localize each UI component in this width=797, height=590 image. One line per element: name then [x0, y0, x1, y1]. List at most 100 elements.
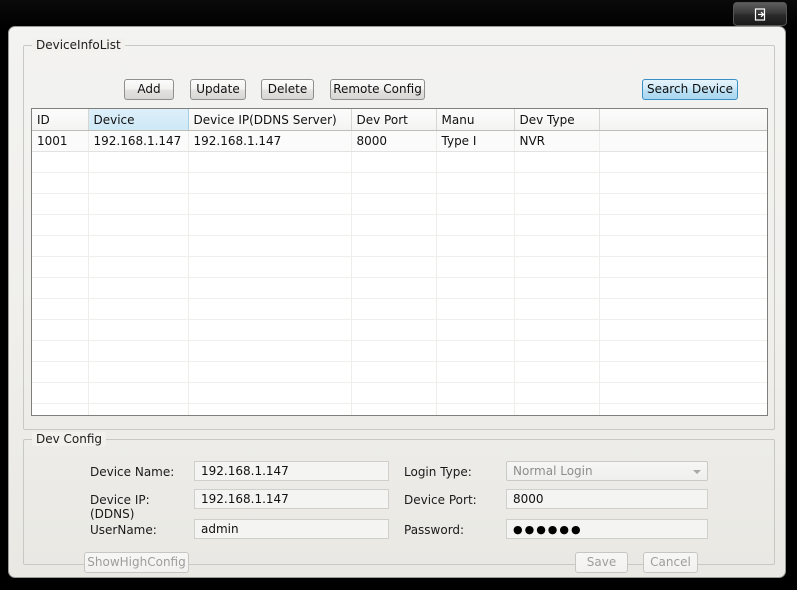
password-mask: ●●●●●●: [513, 523, 583, 536]
cell-empty: [514, 151, 600, 173]
login-type-value: Normal Login: [513, 464, 593, 478]
remote-config-button[interactable]: Remote Config: [330, 79, 425, 100]
delete-button[interactable]: Delete: [261, 79, 314, 100]
cell-empty: [514, 214, 600, 236]
cell-empty: [88, 298, 189, 320]
table-row-empty[interactable]: [32, 214, 767, 236]
cell-empty: [436, 214, 515, 236]
title-bar: [0, 0, 797, 28]
cell-empty: [599, 172, 767, 194]
cell-empty: [599, 256, 767, 278]
cell-empty: [351, 340, 437, 362]
cell-empty: [32, 151, 89, 173]
table-row-empty[interactable]: [32, 340, 767, 362]
cell-empty: [436, 277, 515, 299]
cell-empty: [599, 319, 767, 341]
cell-empty: [514, 193, 600, 215]
table-row-empty[interactable]: [32, 382, 767, 404]
cell-empty: [88, 235, 189, 257]
login-type-select[interactable]: Normal Login: [506, 461, 708, 481]
column-header-device[interactable]: Device: [88, 109, 189, 131]
cancel-button[interactable]: Cancel: [643, 552, 698, 573]
cell-empty: [88, 361, 189, 383]
cell-empty: [188, 382, 352, 404]
table-row-empty[interactable]: [32, 193, 767, 215]
cell-empty: [351, 298, 437, 320]
device-table[interactable]: ID Device Device IP(DDNS Server) Dev Por…: [31, 108, 768, 416]
device-port-input[interactable]: [506, 489, 708, 509]
cell-empty: [351, 382, 437, 404]
table-row-empty[interactable]: [32, 256, 767, 278]
dev-config-group: Dev Config Device Name: Device IP: (DDNS…: [23, 432, 775, 573]
cell-empty: [32, 172, 89, 194]
cell-empty: [436, 256, 515, 278]
cell-empty: [188, 403, 352, 415]
device-name-input[interactable]: [194, 461, 389, 481]
column-header-manu[interactable]: Manu: [436, 109, 515, 131]
cell-empty: [599, 340, 767, 362]
cell-empty: [599, 277, 767, 299]
cell-empty: [351, 319, 437, 341]
cell-empty: [88, 256, 189, 278]
cell-empty: [88, 382, 189, 404]
table-row-empty[interactable]: [32, 235, 767, 257]
column-header-dev-type[interactable]: Dev Type: [514, 109, 600, 131]
cell-empty: [188, 361, 352, 383]
cell-empty: [88, 277, 189, 299]
table-row-empty[interactable]: [32, 403, 767, 415]
cell-empty: [514, 172, 600, 194]
cell-empty: [599, 151, 767, 173]
cell-empty: [351, 256, 437, 278]
table-row-empty[interactable]: [32, 298, 767, 320]
cell-empty: [88, 214, 189, 236]
cell-empty: [514, 340, 600, 362]
device-ip-input[interactable]: [194, 489, 389, 509]
cell-id: 1001: [32, 130, 89, 152]
cell-empty: [436, 340, 515, 362]
password-label: Password:: [404, 523, 465, 537]
cell-empty: [32, 298, 89, 320]
cell-empty: [436, 298, 515, 320]
device-info-list-title: DeviceInfoList: [32, 38, 125, 52]
search-device-button[interactable]: Search Device: [642, 79, 738, 100]
logout-button[interactable]: [733, 2, 787, 26]
table-row-empty[interactable]: [32, 277, 767, 299]
cell-empty: [436, 382, 515, 404]
cell-empty: [88, 172, 189, 194]
show-high-config-button[interactable]: ShowHighConfig: [84, 552, 189, 573]
table-row-empty[interactable]: [32, 151, 767, 173]
column-header-blank[interactable]: [599, 109, 767, 131]
dev-config-title: Dev Config: [32, 432, 107, 446]
cell-empty: [32, 361, 89, 383]
password-input[interactable]: ●●●●●●: [506, 519, 708, 539]
table-row-empty[interactable]: [32, 319, 767, 341]
cell-empty: [599, 193, 767, 215]
username-input[interactable]: [194, 519, 389, 539]
cell-empty: [88, 193, 189, 215]
cell-empty: [188, 214, 352, 236]
save-button[interactable]: Save: [575, 552, 628, 573]
add-button[interactable]: Add: [124, 79, 174, 100]
cell-empty: [88, 319, 189, 341]
cell-empty: [514, 361, 600, 383]
cell-empty: [514, 298, 600, 320]
update-button[interactable]: Update: [190, 79, 246, 100]
device-table-body: 1001 192.168.1.147 192.168.1.147 8000 Ty…: [32, 130, 767, 415]
login-type-label: Login Type:: [404, 465, 472, 479]
cell-empty: [188, 151, 352, 173]
cell-empty: [514, 235, 600, 257]
cell-dev-type: NVR: [514, 130, 600, 152]
cell-empty: [32, 256, 89, 278]
column-header-id[interactable]: ID: [32, 109, 89, 131]
cell-empty: [32, 382, 89, 404]
cell-empty: [351, 403, 437, 415]
table-row[interactable]: 1001 192.168.1.147 192.168.1.147 8000 Ty…: [32, 130, 767, 152]
cell-empty: [32, 277, 89, 299]
table-row-empty[interactable]: [32, 172, 767, 194]
chevron-down-icon: [693, 470, 701, 474]
column-header-dev-port[interactable]: Dev Port: [351, 109, 437, 131]
cell-empty: [88, 340, 189, 362]
cell-empty: [436, 151, 515, 173]
column-header-device-ip[interactable]: Device IP(DDNS Server): [188, 109, 352, 131]
table-row-empty[interactable]: [32, 361, 767, 383]
